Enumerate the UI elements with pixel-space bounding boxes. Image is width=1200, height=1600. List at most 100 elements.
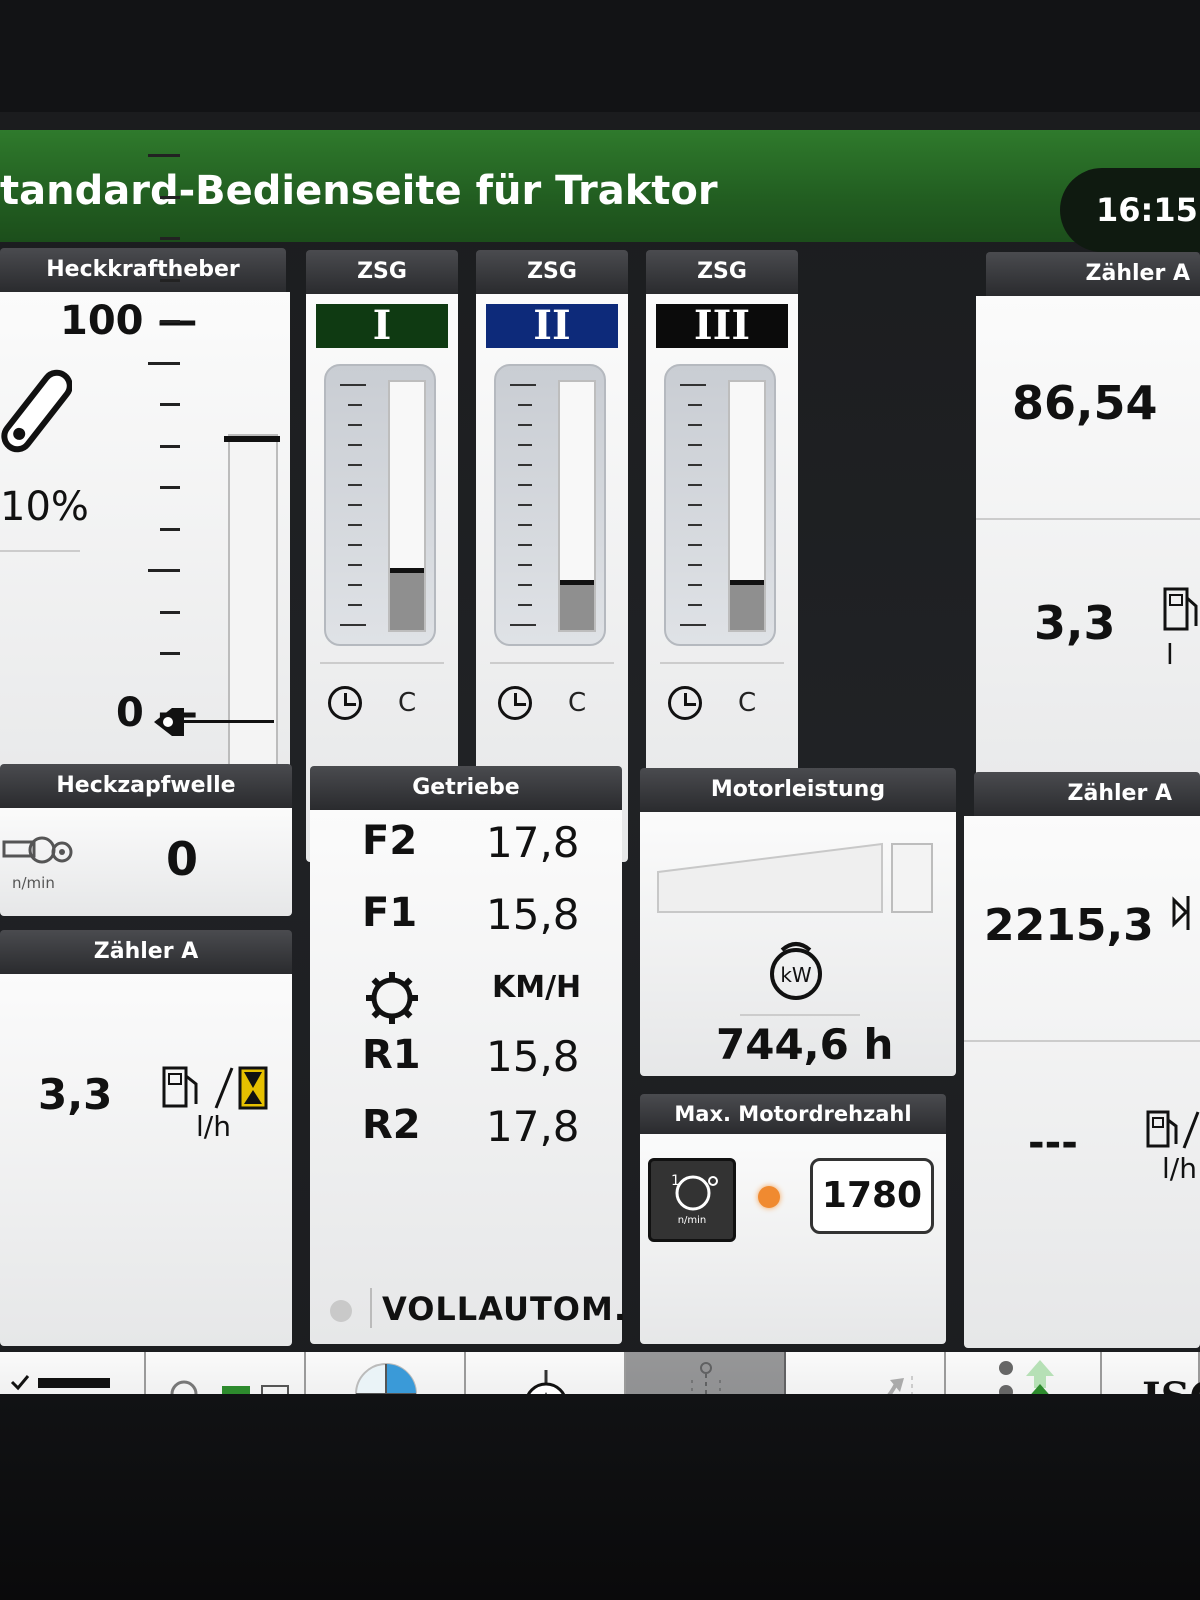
hk-percent: 10% bbox=[0, 484, 89, 530]
zaehler-a-left-panel[interactable]: 3,3 l/h bbox=[0, 974, 292, 1346]
max-rpm-input[interactable]: 1780 bbox=[810, 1158, 934, 1234]
zsg-level-track bbox=[558, 380, 596, 632]
getriebe-panel[interactable]: F2 17,8 F1 15,8 KM/H R1 15,8 R2 17,8 VOLLAUTOM. bbox=[310, 810, 626, 1344]
zsg-scale-tick bbox=[680, 624, 706, 626]
zaehler-a-right-panel[interactable]: 2215,3 --- l/h bbox=[964, 816, 1200, 1348]
zsg-scale-tick bbox=[688, 484, 702, 486]
toolbar-button-spurwechs[interactable]: SPURWECHS. bbox=[786, 1352, 946, 1394]
zsg-scale-tick bbox=[680, 384, 706, 386]
zsg-mode: C bbox=[568, 688, 587, 718]
zsg-badge: III bbox=[656, 304, 788, 348]
zsg-scale-tick bbox=[348, 564, 362, 566]
zsg-mode: C bbox=[738, 688, 757, 718]
gear-label: R1 bbox=[362, 1032, 421, 1078]
zsg-level-track bbox=[728, 380, 766, 632]
timer-icon[interactable] bbox=[328, 686, 362, 720]
zsg-scale-tick bbox=[348, 464, 362, 466]
power-bar-graph bbox=[657, 842, 933, 913]
rpm-status-indicator bbox=[758, 1186, 780, 1208]
zsg-badge: I bbox=[316, 304, 448, 348]
gear-speed-value: 17,8 bbox=[486, 1102, 580, 1151]
zaehler-a-right-value1: 2215,3 bbox=[984, 900, 1154, 951]
timer-icon[interactable] bbox=[668, 686, 702, 720]
hk-scale-tick bbox=[160, 652, 180, 655]
hk-upper-limit bbox=[224, 436, 280, 442]
zsg-scale-tick bbox=[348, 404, 362, 406]
heckzapfwelle-panel[interactable]: n/min 0 bbox=[0, 808, 292, 916]
gear-label: F1 bbox=[362, 890, 418, 936]
zaehler-a-top-divider bbox=[976, 518, 1200, 520]
toolbar-button-itec[interactable]: iTECAUS bbox=[946, 1352, 1102, 1394]
toolbar-button-autotrac[interactable]: AUTOTRACAUS bbox=[306, 1352, 466, 1394]
zsg-divider bbox=[320, 662, 444, 664]
fuel-pump-icon bbox=[1163, 587, 1198, 631]
toolbar-button-lenksystem[interactable]: LENKSYSTEM bbox=[466, 1352, 626, 1394]
zsg-scale-tick bbox=[518, 584, 532, 586]
toolbar-button-einstellung[interactable]: EINSTELLUNG bbox=[0, 1352, 146, 1394]
zsg-divider bbox=[660, 662, 784, 664]
hk-scale-tick bbox=[160, 610, 180, 614]
zsg-scale-tick bbox=[340, 384, 366, 386]
toolbar-button-isobus[interactable]: ISOISOBU bbox=[1102, 1352, 1200, 1394]
speed-unit: KM/H bbox=[492, 970, 582, 1005]
zsg-scale-tick bbox=[510, 384, 536, 386]
isobus-logo-icon: ISO bbox=[1142, 1374, 1200, 1394]
zsg-gauge bbox=[494, 364, 606, 646]
zaehler-a-top-header: Zähler A bbox=[986, 252, 1200, 296]
zsg-scale-tick bbox=[518, 464, 532, 466]
zsg-header: ZSG bbox=[306, 250, 458, 294]
gear-speed-value: 17,8 bbox=[486, 818, 580, 867]
zsg-gauge bbox=[324, 364, 436, 646]
zsg-mode: C bbox=[398, 688, 417, 718]
timer-icon[interactable] bbox=[498, 686, 532, 720]
zsg-scale-tick bbox=[348, 604, 362, 606]
checklist-icon bbox=[10, 1375, 110, 1391]
zsg-header: ZSG bbox=[646, 250, 798, 294]
hk-scale-tick bbox=[148, 154, 180, 157]
zsg-level-fill bbox=[390, 568, 424, 630]
zsg-scale-tick bbox=[688, 464, 702, 466]
hk-scale-tick bbox=[160, 444, 180, 448]
max-motordrehzahl-panel[interactable]: 1 n/min 1780 bbox=[640, 1134, 946, 1344]
engine-rpm-unit: n/min bbox=[677, 1215, 707, 1226]
hk-scale-tick bbox=[160, 403, 180, 406]
bezel-top bbox=[0, 0, 1200, 112]
zaehler-a-left-header: Zähler A bbox=[0, 930, 292, 974]
work-mode-icon bbox=[170, 1380, 289, 1394]
hk-scale-tick bbox=[160, 237, 180, 240]
zsg-scale-tick bbox=[518, 404, 532, 406]
zsg-badge: II bbox=[486, 304, 618, 348]
zsg-scale-tick bbox=[518, 504, 532, 506]
flow-icon bbox=[1172, 896, 1190, 930]
zsg-level-track bbox=[388, 380, 426, 632]
pto-tractor-icon bbox=[2, 836, 73, 864]
fuel-rate-icon bbox=[162, 1066, 268, 1110]
zaehler-a-right-value2: --- bbox=[1028, 1120, 1078, 1166]
gear-label: R2 bbox=[362, 1102, 421, 1148]
quick-line-icon bbox=[691, 1362, 721, 1394]
engine-rpm-button[interactable]: 1 n/min bbox=[648, 1158, 736, 1242]
zsg-scale-tick bbox=[688, 444, 702, 446]
zsg-scale-tick bbox=[348, 424, 362, 426]
hk-scale-tick bbox=[160, 486, 180, 489]
zaehler-a-left-value: 3,3 bbox=[38, 1070, 113, 1119]
toolbar-button-quick-line[interactable]: QUICK LINE bbox=[626, 1352, 786, 1394]
bezel-bottom bbox=[0, 1394, 1200, 1600]
zsg-scale-tick bbox=[518, 524, 532, 526]
zaehler-a-right-unit: l/h bbox=[1162, 1152, 1197, 1185]
hk-scale-tick bbox=[148, 361, 180, 365]
toolbar-button-arbeit[interactable]: ARBEITAUS bbox=[146, 1352, 306, 1394]
hk-divider bbox=[0, 550, 80, 552]
zaehler-a-top-unit: l bbox=[1166, 638, 1174, 671]
gear-speed-value: 15,8 bbox=[486, 890, 580, 939]
motorleistung-panel[interactable]: kW 744,6 h bbox=[640, 812, 956, 1076]
fuel-rate-icon-right bbox=[1146, 1110, 1200, 1149]
zsg-scale-tick bbox=[348, 444, 362, 446]
hk-scale-tick bbox=[160, 527, 180, 531]
hitch-arm-icon bbox=[1, 369, 72, 453]
zsg-scale-tick bbox=[518, 444, 532, 446]
hk-scale-tick bbox=[160, 320, 180, 323]
zsg-scale-tick bbox=[348, 504, 362, 506]
zsg-scale-tick bbox=[688, 504, 702, 506]
zsg-scale-tick bbox=[518, 604, 532, 606]
